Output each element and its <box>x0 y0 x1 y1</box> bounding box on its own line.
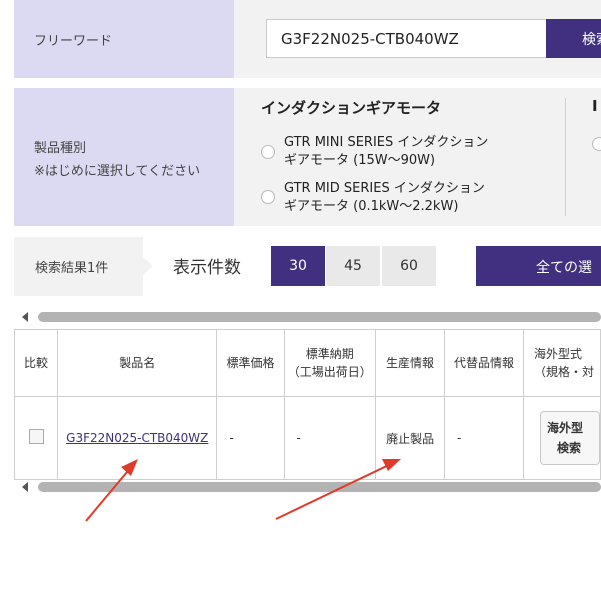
group-divider <box>565 98 566 216</box>
table-scrollbar-top[interactable] <box>14 312 601 322</box>
header-lead-time: 標準納期 （工場出荷日） <box>283 329 377 397</box>
freeword-label-panel: フリーワード <box>14 0 234 78</box>
freeword-input[interactable] <box>266 19 548 58</box>
product-type-label-panel: 製品種別 ※はじめに選択してください <box>14 88 234 226</box>
header-compare: 比較 <box>13 329 59 397</box>
select-all-button[interactable]: 全ての選 <box>476 246 601 286</box>
scroll-thumb-bottom[interactable] <box>38 482 601 492</box>
header-overseas-line2: （規格・対 <box>533 365 594 379</box>
results-table: 比較 製品名 標準価格 標準納期 （工場出荷日） 生産情報 代替品情報 海外型式… <box>13 329 601 480</box>
scroll-left-arrow-icon[interactable] <box>22 312 28 322</box>
result-count-badge: 検索結果1件 <box>14 237 143 296</box>
header-overseas-line1: 海外型式 <box>533 347 582 361</box>
cell-lead-time: - <box>283 396 377 480</box>
compare-checkbox[interactable] <box>28 429 44 444</box>
overseas-btn-line1: 海外型 <box>546 421 583 435</box>
cell-product-name: G3F22N025-CTB040WZ <box>57 396 218 480</box>
option-gtr-mini-line1: GTR MINI SERIES インダクション <box>284 135 489 150</box>
product-name-link[interactable]: G3F22N025-CTB040WZ <box>66 431 208 445</box>
product-type-options-panel: インダクションギアモータ I GTR MINI SERIES インダクション ギ… <box>234 88 601 226</box>
header-product-name: 製品名 <box>57 329 218 397</box>
header-lead-time-line2: （工場出荷日） <box>287 365 372 379</box>
table-header-row: 比較 製品名 標準価格 標準納期 （工場出荷日） 生産情報 代替品情報 海外型式… <box>13 329 601 397</box>
table-scrollbar-bottom[interactable] <box>14 482 601 492</box>
product-type-label: 製品種別 <box>34 141 87 156</box>
overseas-btn-line2: 検索 <box>556 441 581 455</box>
header-production-info: 生産情報 <box>375 329 445 397</box>
scroll-left-arrow-bottom-icon[interactable] <box>22 482 28 492</box>
option-gtr-mini[interactable]: GTR MINI SERIES インダクション ギアモータ (15W〜90W) <box>284 134 488 170</box>
radio-gtr-mid[interactable] <box>261 190 275 204</box>
option-gtr-mini-line2: ギアモータ (15W〜90W) <box>284 153 436 168</box>
freeword-label: フリーワード <box>34 34 113 49</box>
option-gtr-mid-line2: ギアモータ (0.1kW〜2.2kW) <box>284 199 459 214</box>
option-gtr-mid[interactable]: GTR MID SERIES インダクション ギアモータ (0.1kW〜2.2k… <box>284 180 485 216</box>
header-alternative-info: 代替品情報 <box>443 329 524 397</box>
cell-overseas-model: 海外型 検索 <box>522 396 601 480</box>
header-standard-price: 標準価格 <box>216 329 285 397</box>
select-all-label: 全ての選 <box>536 260 592 276</box>
result-count: 検索結果1件 <box>35 261 109 276</box>
per-page-30[interactable]: 30 <box>271 246 325 286</box>
per-page-60[interactable]: 60 <box>382 246 436 286</box>
header-lead-time-line1: 標準納期 <box>305 347 354 361</box>
radio-gtr-mini[interactable] <box>261 145 275 159</box>
cell-compare <box>13 396 59 480</box>
search-button[interactable]: 検索 <box>546 19 601 58</box>
header-overseas-model: 海外型式 （規格・対 <box>522 329 601 397</box>
cell-production-info: 廃止製品 <box>375 396 445 480</box>
table-row: G3F22N025-CTB040WZ - - 廃止製品 - 海外型 検索 <box>13 396 601 480</box>
option-gtr-mid-line1: GTR MID SERIES インダクション <box>284 181 485 196</box>
scroll-thumb-top[interactable] <box>38 312 601 322</box>
per-page-45[interactable]: 45 <box>326 246 380 286</box>
product-group-title: インダクションギアモータ <box>261 99 442 117</box>
search-button-label: 検索 <box>582 32 601 48</box>
result-count-pointer <box>143 257 153 275</box>
cell-alternative-info: - <box>443 396 524 480</box>
overseas-model-search-button[interactable]: 海外型 検索 <box>539 411 600 465</box>
next-group-title: I <box>592 97 598 115</box>
cell-standard-price: - <box>216 396 285 480</box>
per-page-label: 表示件数 <box>173 258 241 278</box>
next-group-radio[interactable] <box>592 137 601 151</box>
product-type-note: ※はじめに選択してください <box>34 164 201 179</box>
